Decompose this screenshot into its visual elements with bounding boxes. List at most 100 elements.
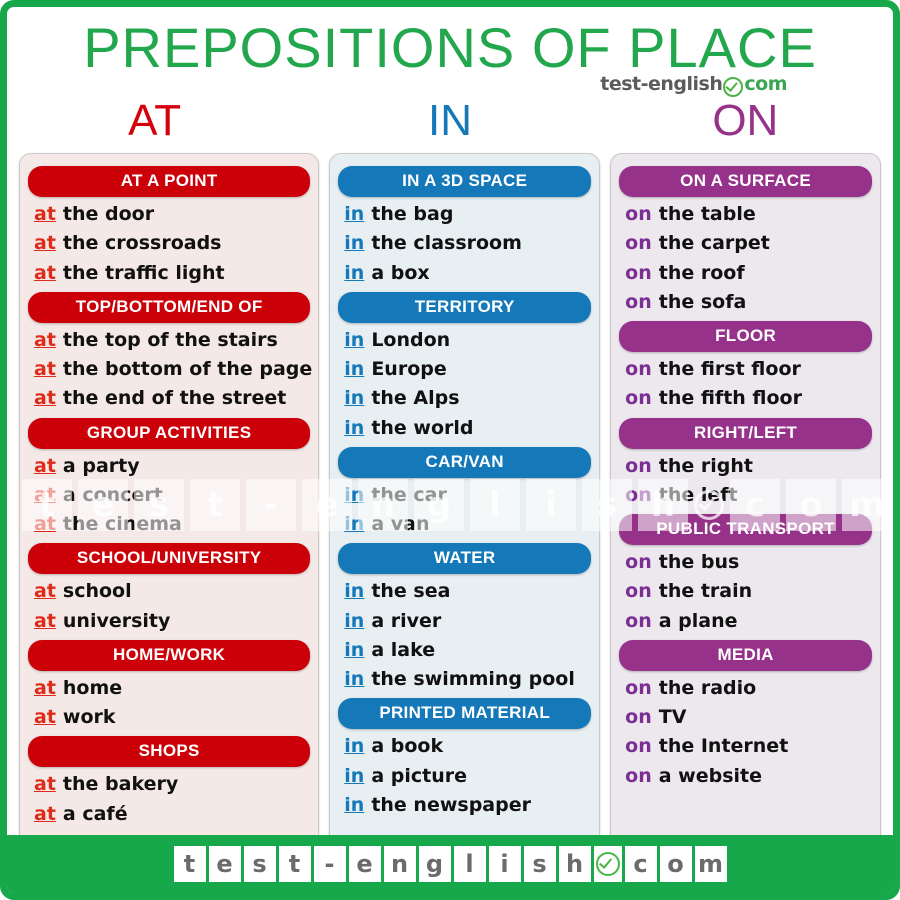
- list-item: in a picture: [336, 762, 593, 791]
- list-item: in a river: [336, 607, 593, 636]
- phrase-text: TV: [658, 706, 687, 729]
- category-heading: PRINTED MATERIAL: [338, 698, 592, 730]
- list-item: in a van: [336, 510, 593, 539]
- preposition-word: on: [625, 232, 652, 255]
- category-heading: WATER: [338, 543, 592, 575]
- column-title-on: ON: [712, 96, 779, 145]
- preposition-word: at: [34, 328, 56, 351]
- list-item: in the classroom: [336, 229, 593, 258]
- phrase-text: the traffic light: [62, 261, 225, 284]
- list-item: on TV: [617, 703, 874, 732]
- phrase-text: the cinema: [62, 513, 182, 536]
- preposition-word: on: [625, 706, 652, 729]
- phrase-text: the sea: [371, 580, 451, 603]
- list-item: on the right: [617, 452, 874, 481]
- preposition-word: at: [34, 203, 56, 225]
- phrase-text: the bottom of the page: [62, 358, 313, 381]
- phrase-text: a café: [62, 802, 128, 825]
- phrase-text: the fifth floor: [658, 387, 802, 410]
- phrase-text: a website: [658, 764, 763, 787]
- preposition-word: on: [625, 358, 652, 381]
- phrase-text: home: [62, 676, 123, 699]
- check-circle-icon: [723, 77, 744, 97]
- brand-logo: test-english com: [600, 73, 787, 97]
- phrase-text: the train: [658, 580, 753, 603]
- list-item: in the car: [336, 481, 593, 510]
- list-item: on the roof: [617, 259, 874, 288]
- preposition-word: at: [34, 261, 56, 284]
- preposition-word: in: [344, 638, 365, 661]
- phrase-text: school: [62, 580, 132, 603]
- preposition-word: at: [34, 387, 56, 410]
- phrase-text: a party: [62, 454, 140, 477]
- phrase-text: the radio: [658, 676, 757, 699]
- list-item: on the first floor: [617, 355, 874, 384]
- preposition-word: at: [34, 773, 56, 796]
- preposition-word: in: [344, 483, 365, 506]
- list-item: in the sea: [336, 577, 593, 606]
- preposition-word: at: [34, 580, 56, 603]
- phrase-text: Europe: [371, 358, 447, 381]
- list-item: at home: [26, 674, 312, 703]
- list-item: at school: [26, 577, 312, 606]
- phrase-text: the newspaper: [371, 793, 531, 816]
- category-heading: SHOPS: [28, 736, 311, 768]
- preposition-word: at: [34, 483, 56, 506]
- preposition-word: in: [344, 668, 365, 691]
- preposition-word: at: [34, 358, 56, 381]
- category-heading: TOP/BOTTOM/END OF: [28, 291, 311, 323]
- list-item: in the world: [336, 414, 593, 443]
- list-item: in Europe: [336, 355, 593, 384]
- preposition-word: in: [344, 358, 365, 381]
- phrase-text: the bus: [658, 551, 740, 574]
- footer-letter-tile: i: [488, 846, 521, 882]
- footer-letter-tile: e: [348, 846, 381, 882]
- preposition-word: on: [625, 609, 652, 632]
- preposition-word: in: [344, 513, 365, 536]
- footer-letter-tile: e: [208, 846, 241, 882]
- list-item: on the radio: [617, 674, 874, 703]
- list-item: in a book: [336, 732, 593, 761]
- preposition-word: in: [344, 416, 365, 439]
- card-at: AT A POINT at the door at the crossroads at th…: [19, 153, 320, 859]
- preposition-word: on: [625, 290, 652, 313]
- phrase-text: the bakery: [62, 773, 179, 796]
- footer-letter-tile: s: [243, 846, 276, 882]
- brand-logo-text-primary: test-english: [600, 73, 723, 95]
- preposition-word: on: [625, 580, 652, 603]
- column-title-in: IN: [427, 96, 472, 145]
- footer-letter-tile: g: [418, 846, 451, 882]
- preposition-word: on: [625, 454, 652, 477]
- category-heading: ON A SURFACE: [619, 166, 873, 197]
- list-item: at a concert: [26, 481, 312, 510]
- preposition-word: on: [625, 261, 652, 284]
- footer-letter-tile: o: [659, 846, 692, 882]
- list-item: at university: [26, 607, 312, 636]
- footer-letter-tile: m: [694, 846, 727, 882]
- preposition-word: on: [625, 735, 652, 758]
- list-item: in a box: [336, 259, 593, 288]
- footer-letter-tile: l: [453, 846, 486, 882]
- phrase-text: a picture: [371, 764, 467, 787]
- category-heading: GROUP ACTIVITIES: [28, 417, 311, 449]
- list-item: at the door: [26, 200, 312, 229]
- phrase-text: the roof: [658, 261, 745, 284]
- list-item: at the end of the street: [26, 384, 312, 413]
- preposition-word: on: [625, 203, 652, 225]
- list-item: in the bag: [336, 200, 593, 229]
- list-item: at a café: [26, 800, 312, 829]
- phrase-text: the first floor: [658, 358, 801, 381]
- card-in: IN A 3D SPACE in the bag in the classroom in a…: [329, 153, 601, 859]
- columns-container: AT A POINT at the door at the crossroads at th…: [7, 153, 893, 859]
- phrase-text: the carpet: [658, 232, 770, 255]
- list-item: in London: [336, 326, 593, 355]
- list-item: in the newspaper: [336, 791, 593, 820]
- phrase-text: the crossroads: [62, 232, 222, 255]
- phrase-text: the door: [62, 203, 155, 225]
- preposition-word: at: [34, 706, 56, 729]
- list-item: on the sofa: [617, 288, 874, 317]
- preposition-word: in: [344, 387, 365, 410]
- list-item: on the train: [617, 577, 874, 606]
- phrase-text: university: [62, 609, 171, 632]
- phrase-text: a river: [371, 609, 442, 632]
